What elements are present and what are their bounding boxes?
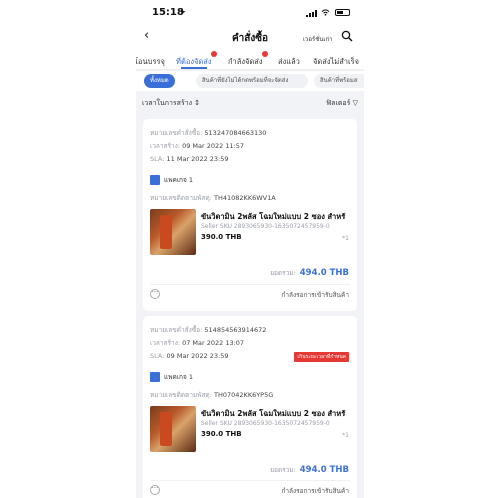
tracking-label: หมายเลขติดตามพัสดุ:: [150, 391, 212, 399]
order-status: กำลังรอการเข้ารับสินค้า: [281, 291, 349, 299]
product-name: ขันวิตามิน 2พลัส โฉมใหม่แบบ 2 ซอง สำหรั: [201, 212, 346, 221]
filter-button[interactable]: ฟิลเตอร์ ▽: [326, 98, 358, 109]
more-options-icon[interactable]: ···: [150, 289, 160, 299]
search-icon[interactable]: [341, 30, 353, 42]
order-status: กำลังรอการเข้ารับสินค้า: [281, 487, 349, 495]
tracking-label: หมายเลขติดตามพัสดุ:: [150, 194, 212, 202]
battery-icon: [335, 9, 350, 16]
active-tab-indicator: [181, 67, 207, 69]
chip-ready[interactable]: สินค้าที่พร้อมส: [314, 74, 364, 88]
tab-label: ส่งแล้ว: [278, 57, 300, 66]
chip-not-ready[interactable]: สินค้าที่ยังไม่ได้กดพร้อมที่จะจัดส่ง: [196, 74, 308, 88]
package-row: แพคเกจ 1: [150, 372, 193, 382]
product-quantity: *1: [342, 235, 349, 242]
package-icon: [150, 175, 160, 185]
created-time: 09 Mar 2022 11:57: [182, 142, 245, 150]
product-name: ขันวิตามิน 2พลัส โฉมใหม่แบบ 2 ซอง สำหรั: [201, 409, 346, 418]
order-total: 494.0 THB: [299, 268, 349, 278]
package-row: แพคเกจ 1: [150, 175, 193, 185]
total-label: ยอดรวม:: [270, 466, 296, 474]
old-version-link[interactable]: เวอร์ชั่นเก่า: [303, 34, 332, 44]
created-row: เวลาสร้าง: 09 Mar 2022 11:57: [150, 141, 244, 151]
tab-packing[interactable]: โอนบรรจุ: [136, 56, 165, 68]
tab-shipping[interactable]: กำลังจัดส่ง: [228, 51, 268, 68]
seller-sku: Seller SKU 2893065930-1635072457959-0: [201, 420, 330, 427]
more-options-icon[interactable]: ···: [150, 485, 160, 495]
divider: [150, 284, 350, 285]
product-image: [150, 209, 196, 255]
sla-label: SLA:: [150, 155, 165, 163]
order-number: 513247084663130: [204, 129, 267, 137]
chip-all[interactable]: ทั้งหมด: [144, 74, 175, 88]
product-price: 390.0 THB: [201, 430, 242, 438]
divider: [150, 480, 350, 481]
order-number-label: หมายเลขคำสั่งซื้อ:: [150, 129, 203, 137]
product-quantity: *1: [342, 432, 349, 439]
order-number: 514854563914672: [204, 326, 267, 334]
package-label: แพคเกจ 1: [164, 373, 193, 381]
badge-dot: [210, 51, 217, 57]
tracking-row: หมายเลขติดตามพัสดุ: TH07042KK6YP5G: [150, 390, 273, 400]
tracking-number: TH41082KK6WV1A: [214, 194, 276, 202]
sla-label: SLA:: [150, 352, 165, 360]
product-image: [150, 406, 196, 452]
wifi-icon: [321, 9, 330, 16]
order-total-row: ยอดรวม: 494.0 THB: [270, 268, 349, 278]
order-card[interactable]: หมายเลขคำสั่งซื้อ: 514854563914672 เวลาส…: [143, 316, 357, 498]
package-label: แพคเกจ 1: [164, 176, 193, 184]
filter-icon: ▽: [352, 99, 358, 107]
status-bar: 15:18 ➤: [136, 0, 364, 26]
tab-label: โอนบรรจุ: [136, 57, 165, 66]
tab-label: กำลังจัดส่ง: [228, 57, 263, 66]
order-number-label: หมายเลขคำสั่งซื้อ:: [150, 326, 203, 334]
created-time: 07 Mar 2022 13:07: [182, 339, 245, 347]
order-status-tabs: โอนบรรจุ ที่ต้องจัดส่ง กำลังจัดส่ง ส่งแล…: [136, 48, 364, 70]
badge-dot: [261, 51, 268, 57]
tab-label: ที่ต้องจัดส่ง: [176, 57, 212, 66]
phone-screen: 15:18 ➤ ‹ คำสั่งซื้อ เวอร์ชั่นเก่า โอนบร…: [136, 0, 364, 498]
sla-row: SLA: 11 Mar 2022 23:59: [150, 155, 229, 163]
nav-bar: ‹ คำสั่งซื้อ เวอร์ชั่นเก่า: [136, 26, 364, 48]
tracking-row: หมายเลขติดตามพัสดุ: TH41082KK6WV1A: [150, 193, 276, 203]
order-number-row: หมายเลขคำสั่งซื้อ: 513247084663130: [150, 128, 266, 138]
product-price: 390.0 THB: [201, 233, 242, 241]
sla-row: SLA: 09 Mar 2022 23:59: [150, 352, 229, 360]
sort-bar: เวลาในการสร้าง ↕ ฟิลเตอร์ ▽: [136, 92, 364, 112]
sla-time: 11 Mar 2022 23:59: [166, 155, 229, 163]
sort-by-created-button[interactable]: เวลาในการสร้าง ↕: [142, 98, 200, 109]
tracking-number: TH07042KK6YP5G: [214, 391, 274, 399]
created-label: เวลาสร้าง:: [150, 339, 180, 347]
package-icon: [150, 372, 160, 382]
sla-time: 09 Mar 2022 23:59: [166, 352, 229, 360]
tab-shipped[interactable]: ส่งแล้ว: [278, 56, 300, 68]
order-card[interactable]: หมายเลขคำสั่งซื้อ: 513247084663130 เวลาส…: [143, 119, 357, 311]
location-arrow-icon: ➤: [180, 8, 186, 16]
filter-label: ฟิลเตอร์: [326, 99, 351, 107]
order-number-row: หมายเลขคำสั่งซื้อ: 514854563914672: [150, 325, 266, 335]
tab-failed-delivery[interactable]: จัดส่งไม่สำเร็จ: [313, 56, 359, 68]
created-label: เวลาสร้าง:: [150, 142, 180, 150]
order-total-row: ยอดรวม: 494.0 THB: [270, 465, 349, 475]
tab-label: จัดส่งไม่สำเร็จ: [313, 57, 359, 66]
seller-sku: Seller SKU 2893065930-1635072457959-0: [201, 223, 330, 230]
signal-icon: [306, 10, 317, 17]
filter-chips: ทั้งหมด สินค้าที่ยังไม่ได้กดพร้อมที่จะจั…: [136, 71, 364, 91]
order-total: 494.0 THB: [299, 465, 349, 475]
total-label: ยอดรวม:: [270, 269, 296, 277]
overdue-badge: เกินระยะเวลาที่กำหนด: [294, 352, 349, 362]
created-row: เวลาสร้าง: 07 Mar 2022 13:07: [150, 338, 244, 348]
